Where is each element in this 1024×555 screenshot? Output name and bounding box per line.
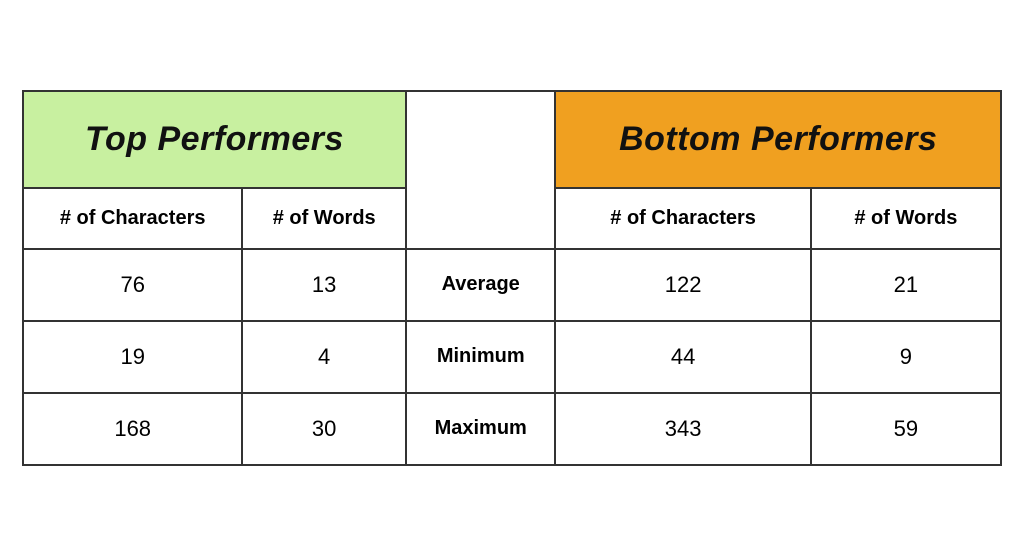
top-words-value: 30: [242, 393, 406, 465]
table-row: 76 13 Average 122 21: [23, 249, 1001, 321]
bottom-words-header: # of Words: [811, 188, 1001, 249]
metric-label: Maximum: [406, 393, 556, 465]
top-characters-value: 76: [23, 249, 242, 321]
top-characters-value: 168: [23, 393, 242, 465]
main-container: Top Performers Bottom Performers # of Ch…: [22, 90, 1002, 466]
top-words-header: # of Words: [242, 188, 406, 249]
performance-table: Top Performers Bottom Performers # of Ch…: [22, 90, 1002, 466]
bottom-performers-header: Bottom Performers: [555, 91, 1001, 188]
top-performers-header: Top Performers: [23, 91, 406, 188]
metric-label: Minimum: [406, 321, 556, 393]
bottom-words-value: 9: [811, 321, 1001, 393]
empty-header: [406, 91, 556, 249]
table-row: 19 4 Minimum 44 9: [23, 321, 1001, 393]
bottom-characters-value: 122: [555, 249, 810, 321]
metric-label: Average: [406, 249, 556, 321]
top-characters-header: # of Characters: [23, 188, 242, 249]
bottom-words-value: 59: [811, 393, 1001, 465]
bottom-characters-value: 343: [555, 393, 810, 465]
bottom-characters-value: 44: [555, 321, 810, 393]
top-characters-value: 19: [23, 321, 242, 393]
bottom-words-value: 21: [811, 249, 1001, 321]
top-words-value: 13: [242, 249, 406, 321]
bottom-characters-header: # of Characters: [555, 188, 810, 249]
table-row: 168 30 Maximum 343 59: [23, 393, 1001, 465]
top-words-value: 4: [242, 321, 406, 393]
